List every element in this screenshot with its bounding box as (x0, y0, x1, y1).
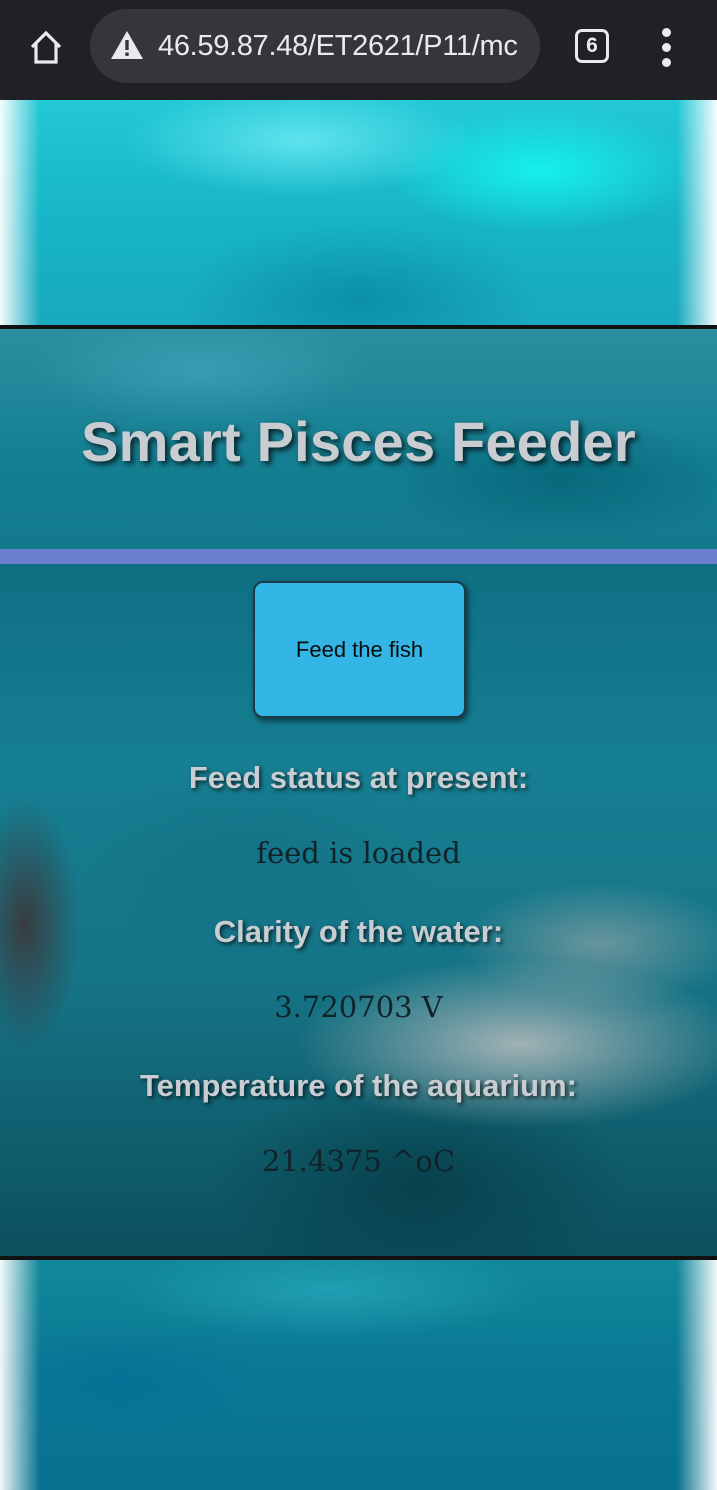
temperature-value: 21.4375 ^oC (261, 1144, 456, 1178)
accent-strip (0, 549, 717, 564)
temperature-label: Temperature of the aquarium: (140, 1068, 577, 1103)
feed-status-value: feed is loaded (256, 836, 461, 870)
clarity-value: 3.720703 V (274, 990, 443, 1024)
web-page: Smart Pisces Feeder Feed the fish Feed s… (0, 100, 717, 1490)
address-bar[interactable]: 46.59.87.48/ET2621/P11/mc (90, 9, 540, 83)
clarity-label: Clarity of the water: (213, 914, 504, 949)
warning-icon[interactable] (110, 29, 144, 61)
home-icon[interactable] (26, 27, 66, 67)
bottom-banner-image (0, 1260, 717, 1490)
top-banner-image (0, 100, 717, 325)
feed-the-fish-button[interactable]: Feed the fish (253, 581, 466, 718)
main-panel: Feed the fish Feed status at present: fe… (0, 564, 717, 1256)
header: Smart Pisces Feeder (0, 329, 717, 549)
tab-switcher-button[interactable]: 6 (575, 29, 609, 63)
browser-toolbar: 46.59.87.48/ET2621/P11/mc 6 (0, 0, 717, 100)
page-title: Smart Pisces Feeder (81, 410, 636, 473)
feed-status-label: Feed status at present: (188, 760, 529, 795)
more-vert-icon[interactable] (654, 28, 680, 68)
url-text[interactable]: 46.59.87.48/ET2621/P11/mc (158, 9, 528, 83)
